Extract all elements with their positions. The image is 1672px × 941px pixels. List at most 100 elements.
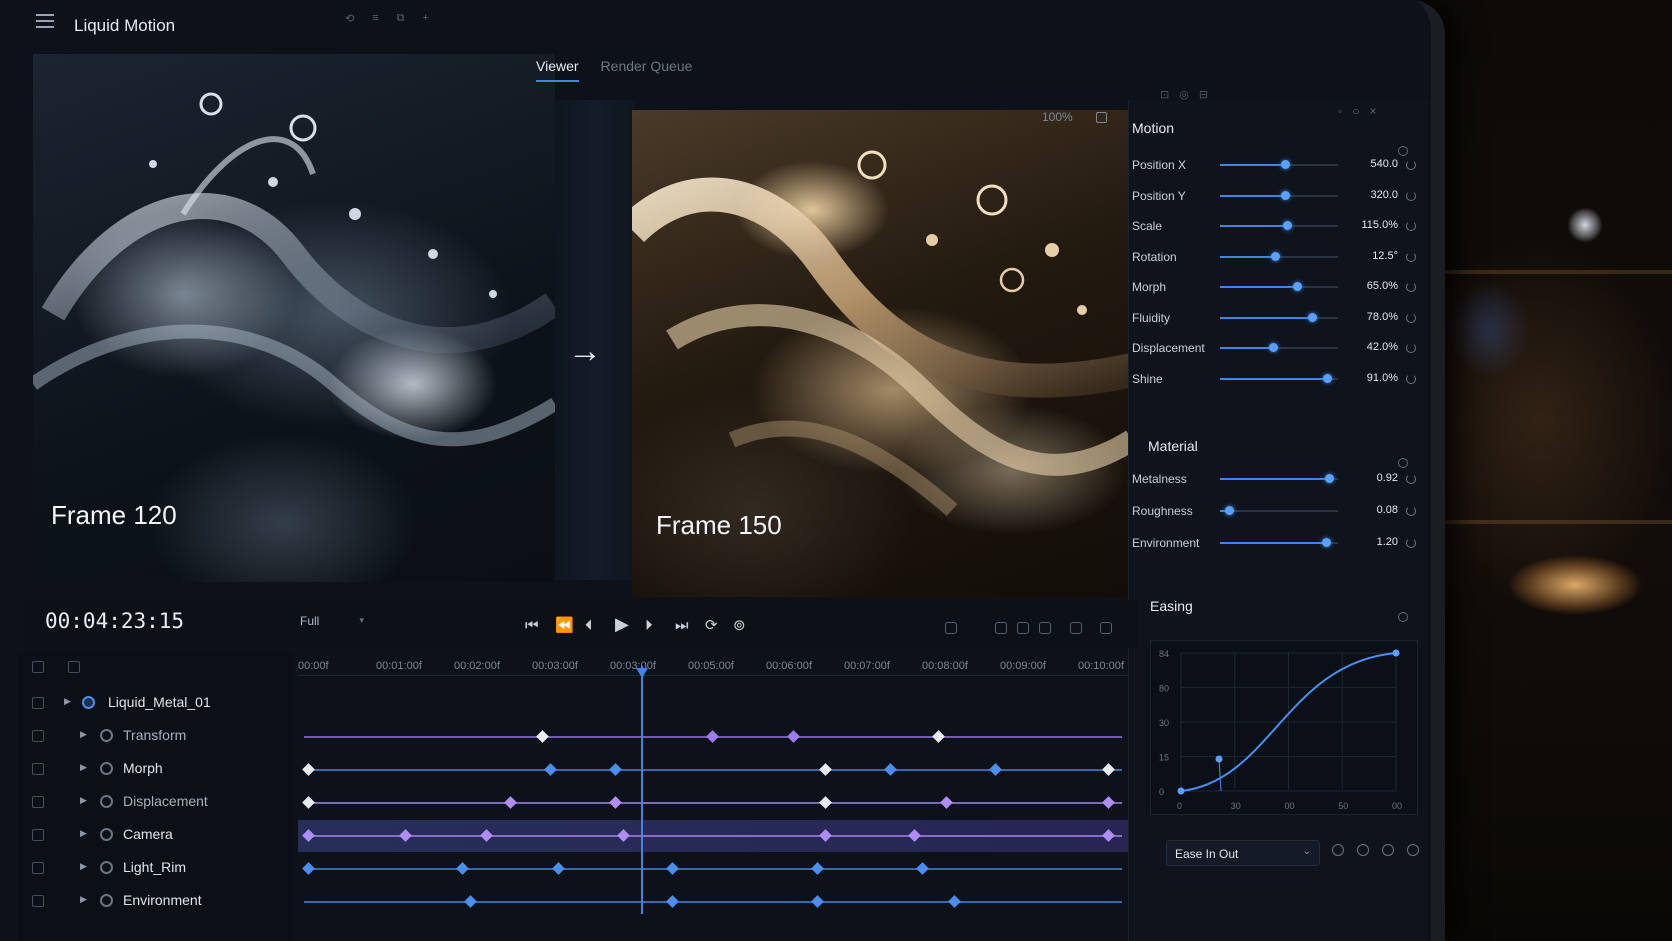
timecode[interactable]: 00:04:23:15	[45, 609, 184, 633]
keyframe[interactable]	[302, 796, 315, 809]
resolution-select[interactable]: Full ▾	[300, 614, 364, 634]
keyframe[interactable]	[455, 862, 469, 875]
snap-icon[interactable]	[945, 622, 957, 634]
curve-control-point[interactable]	[1177, 787, 1185, 795]
tool-icon[interactable]: ≡	[372, 12, 378, 25]
easing-curve-graph[interactable]: 84 80 30 15 0 0 30 00 50 00	[1150, 640, 1418, 815]
keyframe[interactable]	[948, 895, 962, 908]
slider-knob[interactable]	[1323, 373, 1333, 383]
visibility-toggle[interactable]	[32, 661, 44, 673]
slider-knob[interactable]	[1283, 221, 1293, 230]
tool-icon[interactable]: ⧉	[397, 12, 405, 25]
layer-visibility-toggle[interactable]	[32, 763, 44, 775]
reset-icon[interactable]	[1406, 160, 1416, 170]
slider-knob[interactable]	[1225, 506, 1235, 515]
property-value[interactable]: 91.0%	[1350, 372, 1398, 384]
keyframe-track[interactable]	[298, 886, 1128, 918]
split-icon[interactable]	[1017, 622, 1029, 634]
property-value[interactable]: 1.20	[1350, 536, 1398, 548]
fit-view-icon[interactable]	[1096, 112, 1107, 123]
reset-icon[interactable]	[1406, 312, 1416, 323]
property-value[interactable]: 320.0	[1350, 189, 1398, 201]
reset-icon[interactable]	[1406, 343, 1416, 353]
expand-caret-icon[interactable]: ▶	[80, 828, 87, 839]
property-value[interactable]: 65.0%	[1350, 280, 1398, 292]
property-slider[interactable]	[1220, 312, 1338, 322]
property-value[interactable]: 0.92	[1350, 472, 1398, 484]
slider-knob[interactable]	[1280, 190, 1290, 200]
keyframe[interactable]	[479, 829, 493, 842]
export-icon[interactable]	[1100, 622, 1112, 634]
property-slider[interactable]	[1220, 282, 1338, 291]
easing-curve[interactable]: 8480301500 30 00 50 00	[1151, 641, 1419, 816]
slider-knob[interactable]	[1322, 538, 1332, 547]
reset-icon[interactable]	[1406, 373, 1416, 384]
property-value[interactable]: 12.5°	[1350, 250, 1398, 262]
expand-caret-icon[interactable]: ▶	[80, 861, 87, 872]
slider-knob[interactable]	[1280, 160, 1290, 169]
keyframe[interactable]	[811, 862, 824, 875]
layer-visibility-toggle[interactable]	[32, 862, 44, 874]
playhead-handle[interactable]	[635, 668, 648, 678]
expand-caret-icon[interactable]: ▶	[64, 696, 71, 707]
keyframe[interactable]	[908, 829, 921, 842]
reset-icon[interactable]	[1406, 474, 1416, 484]
property-value[interactable]: 42.0%	[1350, 341, 1398, 353]
slider-knob[interactable]	[1324, 474, 1334, 483]
keyframe-tracks[interactable]	[298, 680, 1128, 920]
zoom-level[interactable]: 100%	[1042, 110, 1073, 124]
keyframe[interactable]	[819, 829, 832, 842]
tab-render-queue[interactable]: Render Queue	[601, 58, 693, 82]
keyframe[interactable]	[302, 862, 315, 875]
property-value[interactable]: 540.0	[1350, 158, 1398, 170]
reset-icon[interactable]	[1406, 190, 1416, 201]
keyframe[interactable]	[665, 862, 679, 875]
keyframe[interactable]	[811, 895, 824, 908]
property-slider[interactable]	[1220, 190, 1338, 200]
tool-icon[interactable]: ⟲	[345, 12, 354, 25]
layer-row[interactable]: ▶ Transform	[18, 721, 293, 753]
keyframe-track[interactable]	[298, 754, 1128, 786]
keyframe[interactable]	[706, 730, 719, 743]
keyframe-track[interactable]	[298, 853, 1128, 885]
keyframe[interactable]	[302, 829, 315, 842]
curve-control-point[interactable]	[1392, 649, 1400, 657]
loop-icon[interactable]: ⟳	[705, 618, 718, 633]
layer-row[interactable]: ▶ Liquid_Metal_01	[18, 688, 293, 720]
layer-row[interactable]: ▶ Morph	[18, 754, 293, 786]
layer-visibility-toggle[interactable]	[32, 796, 44, 808]
keyframe[interactable]	[536, 730, 550, 743]
easing-reset-icon[interactable]	[1398, 612, 1408, 622]
layer-visibility-toggle[interactable]	[32, 730, 44, 742]
ease-tool-icon[interactable]	[1357, 844, 1369, 856]
expand-caret-icon[interactable]: ▶	[80, 729, 87, 740]
property-slider[interactable]	[1220, 506, 1338, 515]
keyframe[interactable]	[617, 829, 630, 842]
keyframe[interactable]	[504, 796, 517, 809]
property-value[interactable]: 78.0%	[1350, 311, 1398, 323]
reset-icon[interactable]	[1406, 282, 1416, 292]
step-back-icon[interactable]: ⏴	[585, 618, 593, 633]
panel-toolbar-icons[interactable]: ⊡◎⊟	[1160, 88, 1218, 101]
property-slider[interactable]	[1220, 343, 1338, 352]
layer-visibility-toggle[interactable]	[32, 829, 44, 841]
keyframe[interactable]	[609, 796, 622, 809]
ease-tool-icon[interactable]	[1332, 844, 1344, 856]
keyframe[interactable]	[1102, 796, 1115, 809]
layer-row[interactable]: ▶ Camera	[18, 820, 293, 852]
keyframe[interactable]	[786, 730, 800, 743]
property-value[interactable]: 115.0%	[1350, 219, 1399, 231]
panel-window-controls[interactable]: ◦○×	[1338, 104, 1387, 118]
slider-knob[interactable]	[1271, 251, 1281, 261]
property-slider[interactable]	[1220, 474, 1338, 483]
reset-icon[interactable]	[1406, 506, 1416, 516]
hamburger-menu-icon[interactable]	[36, 14, 54, 28]
next-keyframe-icon[interactable]: ⏭	[675, 618, 689, 633]
ease-tool-icon[interactable]	[1382, 844, 1394, 856]
layer-visibility-toggle[interactable]	[32, 895, 44, 907]
ripple-icon[interactable]	[1039, 622, 1051, 634]
easing-preset-select[interactable]: Ease In Out ⌄	[1166, 840, 1320, 866]
reset-icon[interactable]	[1406, 251, 1416, 262]
tool-icon[interactable]: +	[423, 12, 429, 25]
layer-row[interactable]: ▶ Displacement	[18, 787, 293, 819]
